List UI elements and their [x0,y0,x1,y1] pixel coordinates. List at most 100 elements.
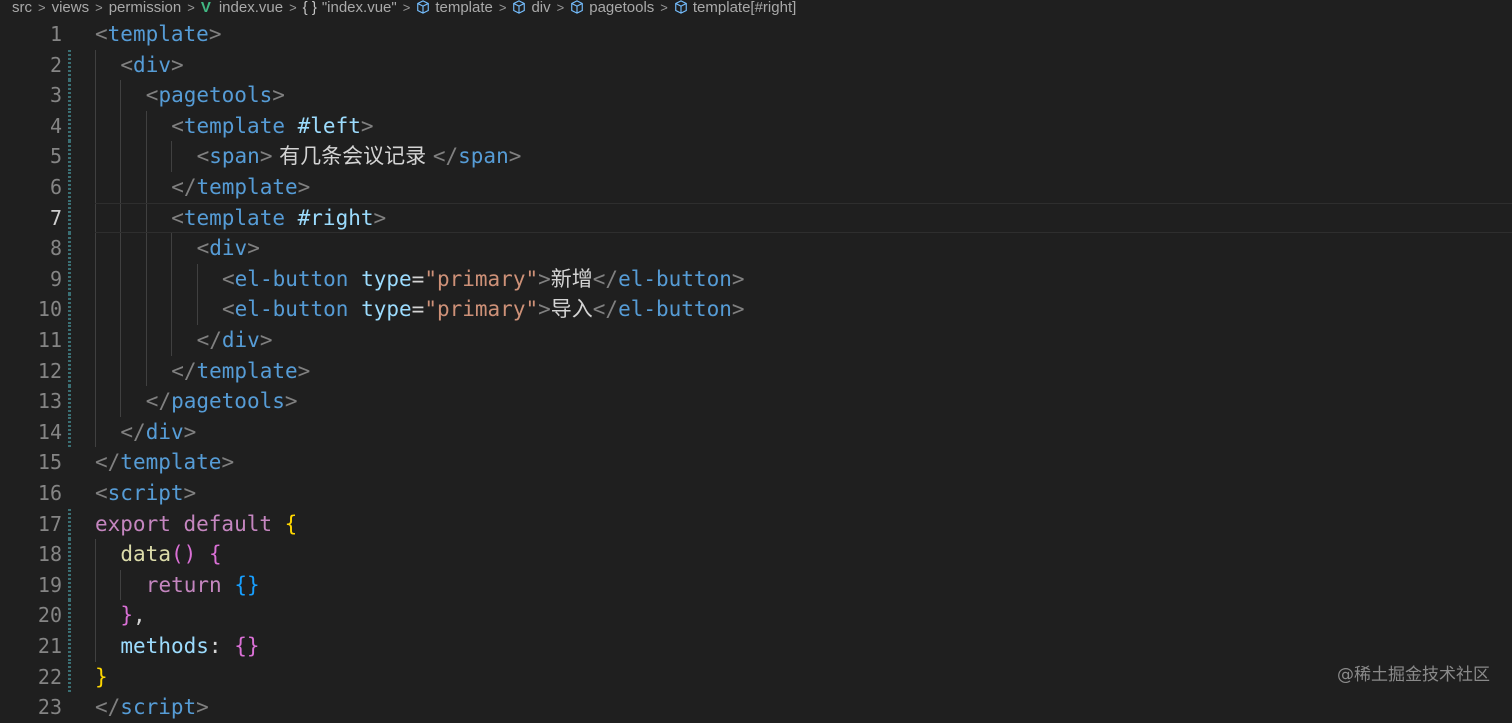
breadcrumb-label: src [12,0,32,16]
code-line[interactable]: 10 < el-button type = "primary" > 导入 </el-butto… [0,294,1512,325]
code-text: methods: {} [120,631,259,662]
code-token: 有几条会议记录 [272,144,433,169]
indent-guide [95,110,96,142]
code-line[interactable]: 3 < pagetools > [0,80,1512,111]
line-number: 15 [37,450,62,475]
code-line[interactable]: 17 export default { [0,508,1512,540]
breadcrumb-item-src[interactable]: src [12,0,32,16]
code-line[interactable]: 16 < script > [0,478,1512,509]
line-number: 4 [49,113,62,138]
code-line[interactable]: 13 </pagetools > [0,386,1512,417]
code-line[interactable]: 18 data() { [0,539,1512,570]
indent-guide [145,172,147,203]
indent-guide [171,294,173,325]
code-token: div [221,328,260,352]
code-line[interactable]: 11 </div > [0,325,1512,356]
code-text: < div > [120,50,183,81]
code-token: < [222,297,235,322]
code-line[interactable]: 21 methods: {} [0,631,1512,662]
code-token: template [107,22,209,46]
code-token: div [145,419,184,444]
modified-line-indicator[interactable] [68,600,71,631]
modified-line-indicator[interactable] [68,141,71,172]
code-line[interactable]: 19 return {} [0,569,1512,601]
indent-guide [145,110,147,142]
code-token: = [411,297,425,322]
modified-line-indicator[interactable] [68,110,71,142]
code-line[interactable]: 23 </script > [0,692,1512,723]
code-token: script [107,481,184,505]
code-text: }, [120,600,145,631]
modified-line-indicator[interactable] [68,325,71,356]
breadcrumb-item-template-right[interactable]: template[#right] [674,0,796,16]
modified-line-indicator[interactable] [68,294,71,325]
modified-line-indicator[interactable] [68,355,71,387]
modified-line-indicator[interactable] [68,386,71,417]
code-token: default [170,511,273,536]
indent-guide [120,325,122,356]
line-number: 22 [37,664,62,689]
code-token: {} [234,634,260,658]
modified-line-indicator[interactable] [68,416,71,448]
code-token: methods [120,634,209,658]
code-token: </ [432,144,459,169]
code-token: > [538,266,551,291]
modified-line-indicator[interactable] [68,263,71,295]
code-line[interactable]: 6 </template > [0,172,1512,203]
code-line[interactable]: 12 </template > [0,355,1512,387]
code-line[interactable]: 15 </template > [0,447,1512,478]
breadcrumb-item-module[interactable]: { } "index.vue" [303,0,397,16]
modified-line-indicator[interactable] [68,80,71,111]
breadcrumb-item-permission[interactable]: permission [109,0,182,16]
indent-guide [196,294,198,325]
code-line[interactable]: 22} [0,661,1512,693]
code-line[interactable]: 2 < div > [0,49,1512,81]
indent-guide [95,539,96,570]
code-token: 新增 [550,266,593,291]
modified-line-indicator[interactable] [68,49,71,81]
modified-line-indicator[interactable] [68,631,71,662]
code-line[interactable]: 20}, [0,600,1512,631]
modified-line-indicator[interactable] [68,202,71,234]
code-line[interactable]: 1 < template > [0,19,1512,50]
code-token: script [120,695,197,720]
code-token: el-button [234,297,349,322]
code-token: < [145,83,159,108]
breadcrumb-item-template[interactable]: template [416,0,493,16]
code-line[interactable]: 5 < span > 有几条会议记录 </span > [0,141,1512,172]
code-editor[interactable]: 1 < template >2 < div >3 < pagetools >4 < template … [0,19,1512,719]
code-line[interactable]: 4 < template #left > [0,110,1512,142]
chevron-right-icon: > [38,0,46,15]
modified-line-indicator[interactable] [68,233,71,264]
code-token: "primary" [424,297,539,322]
line-number: 17 [37,511,62,536]
indent-guide [95,386,96,417]
code-token: 导入 [550,297,593,322]
breadcrumb-item-div[interactable]: div [512,0,551,16]
code-line[interactable]: 14 </div > [0,416,1512,448]
watermark: @稀土掘金技术社区 [1337,665,1490,685]
modified-line-indicator[interactable] [68,539,71,570]
json-braces-icon: { } [302,0,317,16]
breadcrumb-item-pagetools[interactable]: pagetools [570,0,654,16]
line-number: 18 [37,542,62,567]
code-token: < [196,144,210,169]
code-line[interactable]: 9 < el-button type = "primary" > 新增 </el-button… [0,263,1512,295]
code-token: el-button [618,297,732,322]
modified-line-indicator[interactable] [68,172,71,203]
code-text: </template > [171,172,310,203]
modified-line-indicator[interactable] [68,508,71,540]
indent-guide [95,233,96,264]
code-line[interactable]: 7 < template #right > [0,202,1512,234]
breadcrumb-item-file[interactable]: V index.vue [201,0,283,16]
modified-line-indicator[interactable] [68,569,71,601]
chevron-right-icon: > [402,0,411,15]
breadcrumb-item-views[interactable]: views [52,0,90,16]
line-number: 13 [37,389,62,414]
indent-guide [145,233,147,264]
code-line[interactable]: 8 < div > [0,233,1512,264]
modified-line-indicator[interactable] [68,661,71,693]
line-number: 19 [37,572,62,597]
